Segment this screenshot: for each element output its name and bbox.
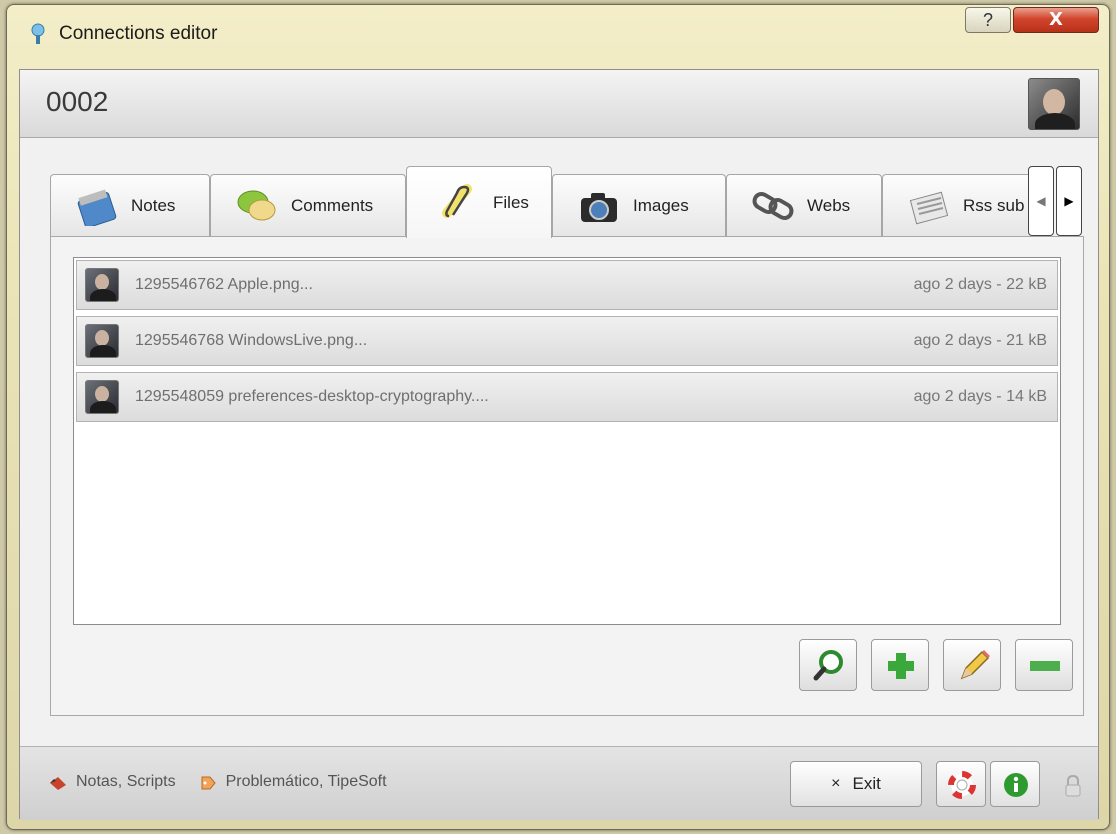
tab-comments[interactable]: Comments [210, 174, 406, 236]
close-x-icon: × [831, 775, 841, 792]
info-button[interactable] [990, 761, 1040, 807]
category-tag-icon [50, 777, 66, 790]
tab-label: Comments [291, 195, 374, 215]
client-area: 0002 Notes Comments Files Images Webs Rs… [19, 69, 1099, 820]
file-thumbnail [85, 380, 119, 414]
close-button[interactable]: X [1013, 7, 1099, 33]
lock-icon[interactable] [1064, 775, 1082, 797]
tab-label: Webs [807, 195, 851, 215]
tags: Notas, Scripts Problemático, TipeSoft [48, 773, 387, 791]
file-thumbnail [85, 324, 119, 358]
tab-notes[interactable]: Notes [50, 174, 210, 236]
add-icon [888, 653, 914, 679]
tab-images[interactable]: Images [552, 174, 726, 236]
title-bar[interactable]: Connections editor ? X [7, 5, 1109, 57]
speech-bubbles-icon [237, 190, 276, 220]
notepad-icon [77, 189, 117, 226]
paperclip-icon [442, 183, 472, 218]
footer-bar: Notas, Scripts Problemático, TipeSoft × … [20, 746, 1098, 820]
label-tag-icon [201, 776, 216, 790]
camera-icon [581, 192, 617, 222]
tab-strip: Notes Comments Files Images Webs Rss sub… [50, 166, 1082, 238]
file-name: 1295546768 WindowsLive.png... [135, 332, 368, 349]
exit-label: Exit [852, 774, 881, 793]
file-meta: ago 2 days - 22 kB [913, 276, 1047, 293]
file-meta: ago 2 days - 21 kB [913, 332, 1047, 349]
exit-button[interactable]: × Exit [790, 761, 922, 807]
list-item[interactable]: 1295546768 WindowsLive.png... ago 2 days… [76, 316, 1058, 366]
record-id: 0002 [46, 86, 109, 117]
lifebuoy-icon [948, 771, 976, 799]
add-button[interactable] [871, 639, 929, 691]
file-thumbnail [85, 268, 119, 302]
file-list[interactable]: 1295546762 Apple.png... ago 2 days - 22 … [73, 257, 1061, 625]
list-item[interactable]: 1295548059 preferences-desktop-cryptogra… [76, 372, 1058, 422]
chain-link-icon [752, 191, 794, 220]
help-lifebuoy-button[interactable] [936, 761, 986, 807]
tab-files[interactable]: Files [406, 166, 552, 238]
tab-webs[interactable]: Webs [726, 174, 882, 236]
tab-scroll-right-button[interactable]: ▶ [1056, 166, 1082, 236]
record-header: 0002 [20, 70, 1098, 138]
app-icon [31, 23, 45, 44]
tags-label-2[interactable]: Problemático, TipeSoft [226, 773, 387, 791]
tags-label-1[interactable]: Notas, Scripts [76, 773, 176, 791]
avatar[interactable] [1028, 78, 1080, 130]
window-frame: Connections editor ? X 0002 Notes Commen… [6, 4, 1110, 830]
file-meta: ago 2 days - 14 kB [913, 388, 1047, 405]
tab-label: Notes [131, 195, 176, 215]
info-icon [1004, 773, 1028, 797]
edit-button[interactable] [943, 639, 1001, 691]
file-name: 1295548059 preferences-desktop-cryptogra… [135, 388, 489, 405]
search-icon [813, 650, 843, 681]
tab-label: Rss sub [963, 195, 1025, 215]
file-name: 1295546762 Apple.png... [135, 276, 313, 293]
edit-icon [960, 650, 990, 680]
help-button[interactable]: ? [965, 7, 1011, 33]
newspaper-icon [909, 191, 949, 224]
remove-button[interactable] [1015, 639, 1073, 691]
list-item[interactable]: 1295546762 Apple.png... ago 2 days - 22 … [76, 260, 1058, 310]
tab-rss[interactable]: Rss sub [882, 174, 1034, 236]
files-panel: 1295546762 Apple.png... ago 2 days - 22 … [50, 236, 1084, 716]
search-button[interactable] [799, 639, 857, 691]
remove-icon [1030, 661, 1060, 671]
tab-scroll-left-button[interactable]: ◀ [1028, 166, 1054, 236]
window-title: Connections editor [59, 23, 218, 44]
tab-label: Images [633, 195, 689, 215]
tab-label: Files [493, 192, 529, 212]
